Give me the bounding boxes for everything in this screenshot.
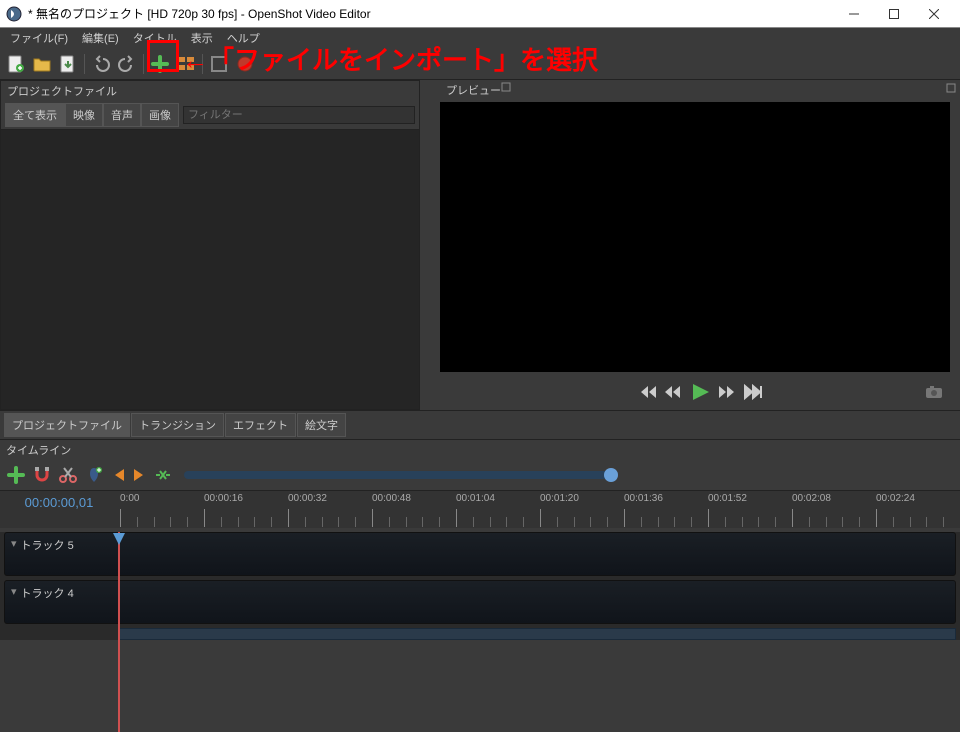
tab-emoji[interactable]: 絵文字 (297, 413, 346, 437)
ruler-label: 00:01:04 (456, 493, 495, 504)
ruler-label: 00:02:08 (792, 493, 831, 504)
video-preview[interactable] (440, 102, 950, 372)
tutorial-annotation: ←「ファイルをインポート」を選択 (182, 40, 598, 77)
tab-video[interactable]: 映像 (65, 103, 103, 127)
timeline-ruler[interactable]: 00:00:00,01 0:00 00:00:16 00:00:32 00:00:48… (0, 490, 960, 528)
zoom-thumb[interactable] (604, 468, 618, 482)
new-project-button[interactable] (4, 52, 28, 76)
ruler-label: 00:01:52 (708, 493, 747, 504)
tab-transitions[interactable]: トランジション (131, 413, 224, 437)
zoom-slider[interactable] (184, 471, 614, 479)
timeline-scrollbar[interactable] (118, 628, 956, 640)
close-button[interactable] (914, 1, 954, 27)
ruler-label: 00:01:20 (540, 493, 579, 504)
add-track-button[interactable] (6, 465, 26, 485)
track-body[interactable] (115, 581, 955, 623)
project-files-area[interactable] (1, 130, 419, 409)
track-header[interactable]: ▾ トラック 4 (5, 581, 115, 623)
timeline-tracks: ▾ トラック 5 ▾ トラック 4 (0, 532, 960, 640)
marker-button[interactable] (84, 465, 104, 485)
panel-float-icon[interactable] (501, 82, 511, 98)
tutorial-highlight (147, 40, 179, 72)
panel-float-icon[interactable] (946, 83, 956, 93)
ruler-label: 00:00:32 (288, 493, 327, 504)
tab-audio[interactable]: 音声 (103, 103, 141, 127)
track-row[interactable]: ▾ トラック 5 (4, 532, 956, 576)
collapse-icon[interactable]: ▾ (11, 585, 17, 598)
track-name: トラック 4 (21, 585, 74, 601)
undo-button[interactable] (89, 52, 113, 76)
open-project-button[interactable] (30, 52, 54, 76)
playhead-handle[interactable] (112, 532, 126, 546)
project-files-panel: プロジェクトファイル 全て表示 映像 音声 画像 (0, 80, 420, 410)
track-header[interactable]: ▾ トラック 5 (5, 533, 115, 575)
toolbar-separator (143, 54, 144, 74)
timeline-toolbar (0, 460, 960, 490)
preview-title: プレビュー (446, 82, 501, 98)
save-project-button[interactable] (56, 52, 80, 76)
tab-project-files[interactable]: プロジェクトファイル (4, 413, 130, 437)
ruler-label: 00:00:48 (372, 493, 411, 504)
project-files-title: プロジェクトファイル (7, 83, 117, 99)
playhead-time: 00:00:00,01 (0, 491, 118, 528)
lower-tabs: プロジェクトファイル トランジション エフェクト 絵文字 (0, 410, 960, 439)
app-icon (6, 6, 22, 22)
transport-controls (440, 374, 960, 410)
snapshot-button[interactable] (924, 384, 944, 400)
track-row[interactable]: ▾ トラック 4 (4, 580, 956, 624)
ruler-label: 00:01:36 (624, 493, 663, 504)
filter-input[interactable] (183, 106, 415, 124)
tab-show-all[interactable]: 全て表示 (5, 103, 65, 127)
center-playhead-button[interactable] (154, 467, 172, 483)
window-title: * 無名のプロジェクト [HD 720p 30 fps] - OpenShot … (28, 5, 834, 22)
toolbar-separator (84, 54, 85, 74)
menu-file[interactable]: ファイル(F) (4, 28, 74, 48)
ruler-label: 00:00:16 (204, 493, 243, 504)
rewind-button[interactable] (663, 384, 683, 400)
prev-marker-button[interactable] (110, 467, 126, 483)
ruler-label: 00:02:24 (876, 493, 915, 504)
tab-effects[interactable]: エフェクト (225, 413, 296, 437)
track-body[interactable] (115, 533, 955, 575)
jump-end-button[interactable] (743, 384, 763, 400)
preview-panel: プレビュー (420, 80, 960, 410)
razor-button[interactable] (58, 465, 78, 485)
next-marker-button[interactable] (132, 467, 148, 483)
redo-button[interactable] (115, 52, 139, 76)
playhead-line[interactable] (118, 532, 120, 732)
maximize-button[interactable] (874, 1, 914, 27)
jump-start-button[interactable] (637, 384, 657, 400)
ruler-label: 0:00 (120, 493, 139, 504)
play-button[interactable] (689, 382, 711, 402)
track-name: トラック 5 (21, 537, 74, 553)
minimize-button[interactable] (834, 1, 874, 27)
tab-image[interactable]: 画像 (141, 103, 179, 127)
fast-forward-button[interactable] (717, 384, 737, 400)
timeline-title: タイムライン (6, 445, 71, 457)
collapse-icon[interactable]: ▾ (11, 537, 17, 550)
menu-edit[interactable]: 編集(E) (76, 28, 125, 48)
snap-button[interactable] (32, 465, 52, 485)
window-titlebar: * 無名のプロジェクト [HD 720p 30 fps] - OpenShot … (0, 0, 960, 28)
